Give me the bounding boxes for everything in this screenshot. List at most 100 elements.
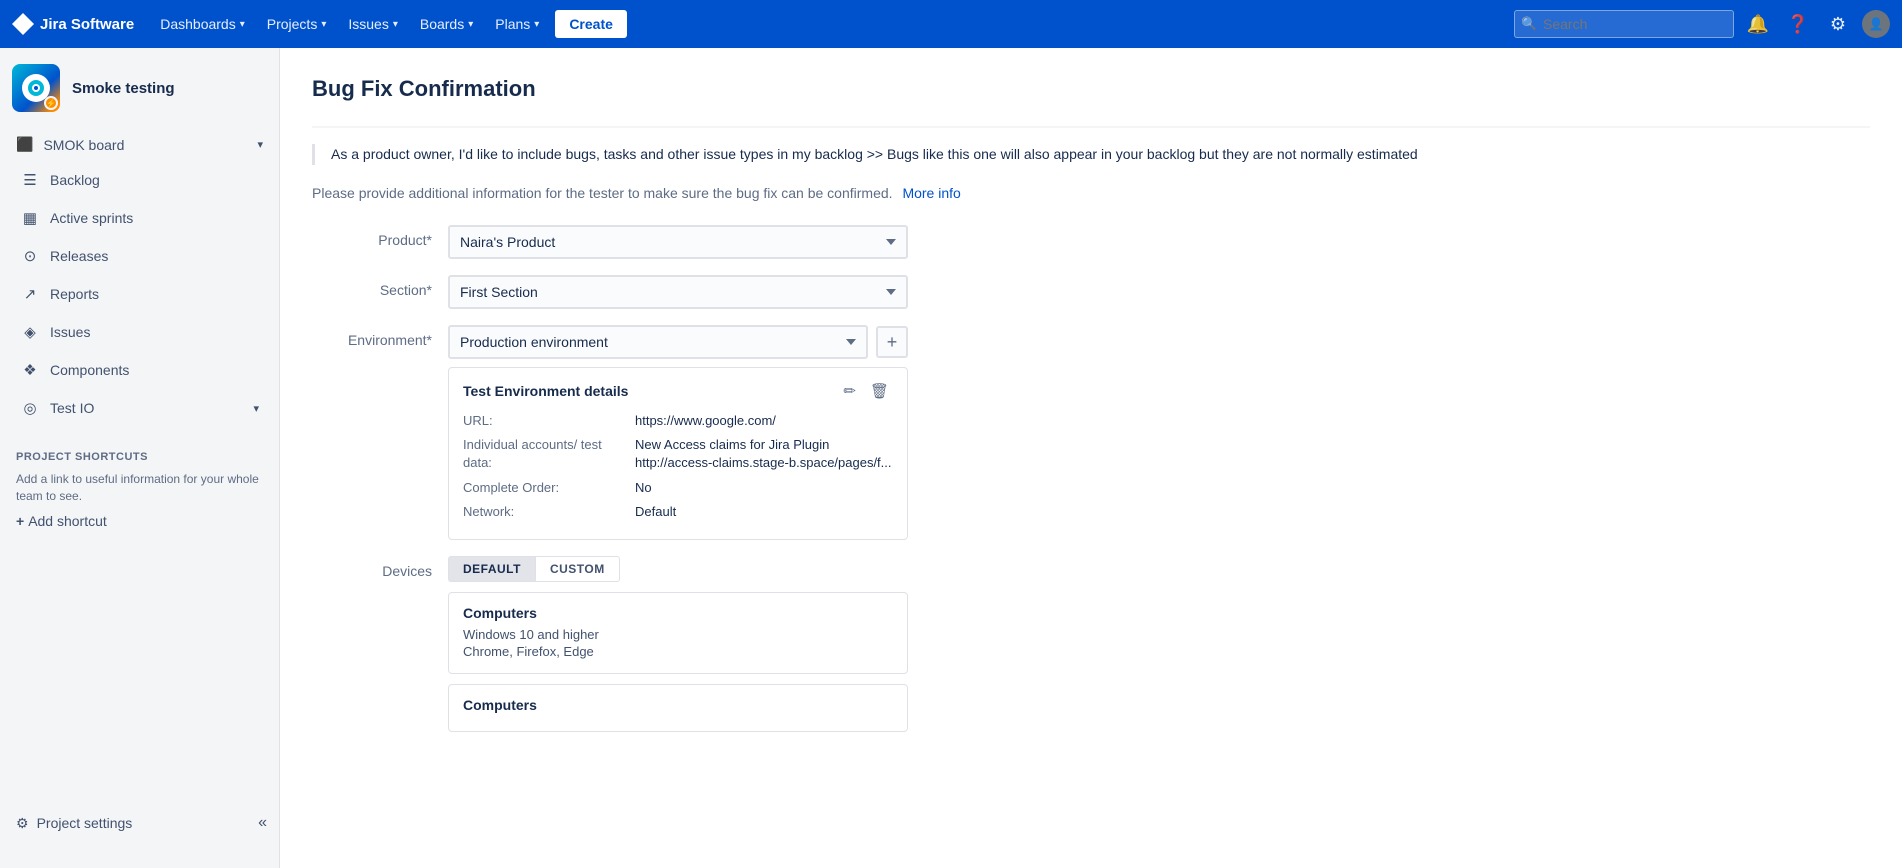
notifications-button[interactable]: 🔔 [1742,8,1774,40]
nav-dashboards[interactable]: Dashboards ▾ [150,10,255,38]
edit-env-button[interactable]: ✏ [839,380,860,402]
env-detail-url-key: URL: [463,412,623,430]
env-detail-url-row: URL: https://www.google.com/ [463,412,893,430]
product-row: Product* Naira's Product [312,225,1032,259]
chevron-down-icon: ▾ [253,402,259,415]
backlog-icon: ☰ [20,170,40,190]
sidebar-item-issues-label: Issues [50,324,90,340]
chevron-down-icon: ▾ [257,138,263,151]
title-divider [312,126,1870,128]
nav-plans-label: Plans [495,16,530,32]
env-detail-complete-row: Complete Order: No [463,479,893,497]
device-card-2-title: Computers [463,697,893,713]
env-details-card: Test Environment details ✏ 🗑 URL: https:… [448,367,908,540]
chevron-down-icon: ▾ [393,19,398,30]
main-content: Bug Fix Confirmation As a product owner,… [280,48,1902,868]
topnav-right: 🔍 🔔 ❓ ⚙ 👤 [1514,8,1890,40]
chevron-down-icon: ▾ [240,19,245,30]
device-tab-custom[interactable]: CUSTOM [535,556,620,582]
nav-projects[interactable]: Projects ▾ [257,10,337,38]
device-tabs: DEFAULT CUSTOM [448,556,908,582]
sidebar-item-reports-label: Reports [50,286,99,302]
sidebar-item-issues[interactable]: ◈ Issues [4,314,275,350]
env-detail-network-row: Network: Default [463,503,893,521]
sidebar-item-releases[interactable]: ⊙ Releases [4,238,275,274]
environment-control: Production environment + Test Environmen… [448,325,908,540]
device-tab-default[interactable]: DEFAULT [448,556,535,582]
device-card-1-title: Computers [463,605,893,621]
help-button[interactable]: ❓ [1782,8,1814,40]
product-control: Naira's Product [448,225,908,259]
sidebar-item-test-io[interactable]: ◎ Test IO ▾ [4,390,275,426]
project-orange-dot: ⚡ [44,96,58,110]
project-avatar: ⚡ [12,64,60,112]
env-details-actions: ✏ 🗑 [839,380,893,402]
reports-icon: ↗ [20,284,40,304]
search-wrap: 🔍 [1514,10,1734,38]
sidebar-item-backlog[interactable]: ☰ Backlog [4,162,275,198]
components-icon: ❖ [20,360,40,380]
environment-select[interactable]: Production environment [448,325,868,359]
sidebar-item-reports[interactable]: ↗ Reports [4,276,275,312]
project-settings-label: Project settings [37,815,133,831]
sidebar-item-components[interactable]: ❖ Components [4,352,275,388]
create-button[interactable]: Create [555,10,627,38]
env-detail-accounts-row: Individual accounts/ test data: New Acce… [463,436,893,472]
sidebar-item-smok-board[interactable]: ⬛ SMOK board ▾ [0,128,279,161]
add-shortcut-label: Add shortcut [28,513,107,529]
devices-label: Devices [312,556,432,579]
add-environment-button[interactable]: + [876,326,908,358]
nav-boards[interactable]: Boards ▾ [410,10,483,38]
page-title: Bug Fix Confirmation [312,76,1870,102]
product-select[interactable]: Naira's Product [448,225,908,259]
environment-row: Environment* Production environment + Te… [312,325,1032,540]
sidebar-item-active-sprints[interactable]: ▦ Active sprints [4,200,275,236]
sidebar-project: ⚡ Smoke testing [0,48,279,128]
description-block: As a product owner, I'd like to include … [312,144,1870,165]
sidebar: ⚡ Smoke testing ⬛ SMOK board ▾ ☰ Backlog… [0,48,280,868]
description-secondary: Please provide additional information fo… [312,185,893,201]
env-detail-network-key: Network: [463,503,623,521]
env-details-header: Test Environment details ✏ 🗑 [463,380,893,402]
nav-projects-label: Projects [267,16,318,32]
sidebar-item-test-io-label: Test IO [50,400,94,416]
brand[interactable]: Jira Software [12,13,134,35]
search-input[interactable] [1514,10,1734,38]
nav-plans[interactable]: Plans ▾ [485,10,549,38]
environment-label: Environment* [312,325,432,348]
chevron-down-icon: ▾ [321,19,326,30]
settings-button[interactable]: ⚙ [1822,8,1854,40]
section-control: First Section [448,275,908,309]
env-detail-url-val: https://www.google.com/ [635,412,776,430]
jira-logo [12,13,34,35]
shortcuts-desc: Add a link to useful information for you… [16,471,263,505]
env-details-title: Test Environment details [463,383,628,399]
collapse-sidebar-button[interactable]: « [250,806,275,840]
devices-control: DEFAULT CUSTOM Computers Windows 10 and … [448,556,908,742]
device-card-1-browsers: Chrome, Firefox, Edge [463,644,893,659]
more-info-link[interactable]: More info [902,185,960,201]
env-detail-complete-key: Complete Order: [463,479,623,497]
description-primary: As a product owner, I'd like to include … [331,144,1870,165]
nav-issues[interactable]: Issues ▾ [338,10,408,38]
sidebar-item-project-settings[interactable]: ⚙ Project settings [4,807,250,840]
gear-icon: ⚙ [16,815,29,832]
section-select[interactable]: First Section [448,275,908,309]
nav-issues-label: Issues [348,16,388,32]
delete-env-button[interactable]: 🗑 [866,380,893,402]
add-shortcut-button[interactable]: + Add shortcut [16,513,263,529]
issues-icon: ◈ [20,322,40,342]
releases-icon: ⊙ [20,246,40,266]
nav-boards-label: Boards [420,16,464,32]
devices-row: Devices DEFAULT CUSTOM Computers Windows… [312,556,1032,742]
device-card-1-os: Windows 10 and higher [463,627,893,642]
device-card-2: Computers [448,684,908,732]
chevron-down-icon: ▾ [468,19,473,30]
avatar[interactable]: 👤 [1862,10,1890,38]
plus-icon: + [16,513,24,529]
nav-dashboards-label: Dashboards [160,16,236,32]
form-section: Product* Naira's Product Section* First … [312,225,1032,742]
description-secondary-wrap: Please provide additional information fo… [312,185,1870,201]
env-detail-complete-val: No [635,479,652,497]
chevron-down-icon: ▾ [534,19,539,30]
